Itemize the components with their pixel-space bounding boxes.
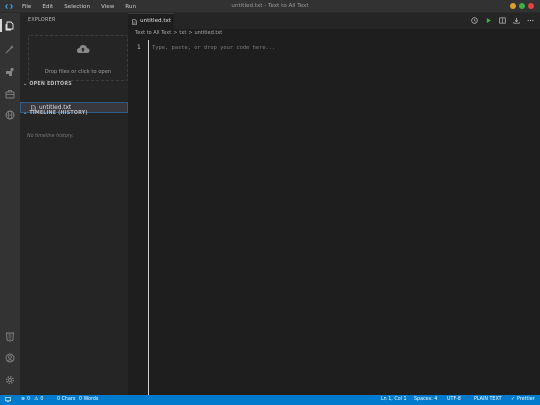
download-icon bbox=[512, 17, 520, 24]
char-count: 0 Chars bbox=[57, 397, 76, 402]
line-gutter: 1 bbox=[128, 40, 148, 395]
split-editor-icon bbox=[498, 17, 506, 23]
html5-icon[interactable] bbox=[4, 331, 16, 343]
indentation[interactable]: Spaces: 4 bbox=[414, 397, 437, 402]
window-controls bbox=[510, 3, 534, 9]
breadcrumb: Text to All Text > txt > untitled.txt bbox=[135, 30, 222, 36]
dropzone-text: Drop files or click to open bbox=[44, 69, 112, 75]
timeline-label: TIMELINE (HISTORY) bbox=[29, 110, 88, 116]
warning-icon: ⚠ bbox=[34, 397, 39, 402]
timeline-empty-text: No timeline history. bbox=[27, 134, 74, 139]
globe-icon[interactable] bbox=[4, 109, 16, 121]
close-button[interactable] bbox=[528, 3, 534, 9]
editor-toolbar bbox=[470, 16, 534, 24]
briefcase-icon[interactable] bbox=[4, 88, 16, 100]
remote-indicator[interactable] bbox=[5, 397, 11, 402]
formatter-label: Prettier bbox=[517, 397, 535, 402]
menu-selection[interactable]: Selection bbox=[64, 4, 90, 10]
formatter-indicator[interactable]: ✓ Prettier bbox=[511, 397, 535, 402]
breadcrumb-file[interactable]: untitled.txt bbox=[195, 30, 223, 36]
chevron-down-icon: ⌄ bbox=[23, 110, 28, 116]
cursor-position[interactable]: Ln 1, Col 1 bbox=[381, 397, 407, 402]
code-input[interactable]: Type, paste, or drop your code here... bbox=[152, 45, 275, 51]
editor-area: untitled.txt Text to All Text > txt > un… bbox=[128, 13, 540, 395]
file-icon bbox=[132, 19, 137, 25]
breadcrumb-root[interactable]: Text to All Text bbox=[135, 30, 171, 36]
sidebar-title: EXPLORER bbox=[28, 18, 56, 23]
account-icon[interactable] bbox=[4, 352, 16, 364]
play-icon bbox=[486, 17, 491, 23]
extensions-icon[interactable] bbox=[4, 66, 16, 78]
minimize-button[interactable] bbox=[510, 3, 516, 9]
history-icon bbox=[470, 16, 478, 24]
tab-strip: untitled.txt bbox=[128, 13, 540, 29]
breadcrumb-folder[interactable]: txt bbox=[179, 30, 186, 36]
language-mode[interactable]: PLAIN TEXT bbox=[474, 397, 502, 402]
menu-run[interactable]: Run bbox=[125, 4, 136, 10]
encoding[interactable]: UTF-8 bbox=[447, 397, 461, 402]
error-icon: ⊗ bbox=[21, 397, 26, 402]
warning-count: 0 bbox=[40, 397, 44, 402]
download-button[interactable] bbox=[512, 16, 520, 24]
breadcrumb-separator: > bbox=[188, 30, 193, 36]
active-indicator bbox=[0, 19, 2, 32]
tab-label: untitled.txt bbox=[140, 18, 172, 24]
activity-bar bbox=[0, 13, 20, 395]
timeline-header[interactable]: ⌄ TIMELINE (HISTORY) bbox=[23, 110, 88, 116]
maximize-button[interactable] bbox=[519, 3, 525, 9]
check-icon: ✓ bbox=[511, 397, 516, 402]
split-editor-button[interactable] bbox=[498, 16, 506, 24]
tab-untitled[interactable]: untitled.txt bbox=[128, 13, 174, 29]
settings-icon[interactable] bbox=[4, 374, 16, 386]
line-number: 1 bbox=[137, 44, 141, 51]
open-editors-label: OPEN EDITORS bbox=[29, 81, 72, 87]
chevron-down-icon: ⌄ bbox=[23, 81, 28, 87]
menu-view[interactable]: View bbox=[101, 4, 114, 10]
file-dropzone[interactable]: Drop files or click to open bbox=[28, 35, 128, 81]
status-bar: ⊗ 0 ⚠ 0 0 Chars 0 Words Ln 1, Col 1 Spac… bbox=[0, 395, 540, 405]
more-actions-button[interactable] bbox=[526, 16, 534, 24]
problems-indicator[interactable]: ⊗ 0 ⚠ 0 bbox=[21, 397, 43, 402]
title-bar: File Edit Selection View Run untitled.tx… bbox=[0, 0, 540, 13]
explorer-sidebar: EXPLORER Drop files or click to open ⌄ O… bbox=[20, 13, 128, 395]
menu-bar: File Edit Selection View Run bbox=[22, 0, 147, 13]
cloud-upload-icon bbox=[77, 45, 90, 53]
breadcrumb-separator: > bbox=[173, 30, 178, 36]
error-count: 0 bbox=[27, 397, 31, 402]
more-icon bbox=[527, 19, 533, 21]
magic-wand-icon[interactable] bbox=[4, 43, 16, 55]
text-cursor bbox=[148, 40, 149, 395]
word-count: 0 Words bbox=[79, 397, 99, 402]
history-button[interactable] bbox=[470, 16, 478, 24]
menu-file[interactable]: File bbox=[22, 4, 31, 10]
open-editors-header[interactable]: ⌄ OPEN EDITORS bbox=[23, 81, 72, 87]
run-button[interactable] bbox=[484, 16, 492, 24]
app-logo-icon bbox=[5, 4, 13, 9]
menu-edit[interactable]: Edit bbox=[42, 4, 53, 10]
remote-icon bbox=[5, 397, 11, 402]
files-icon[interactable] bbox=[4, 20, 16, 32]
